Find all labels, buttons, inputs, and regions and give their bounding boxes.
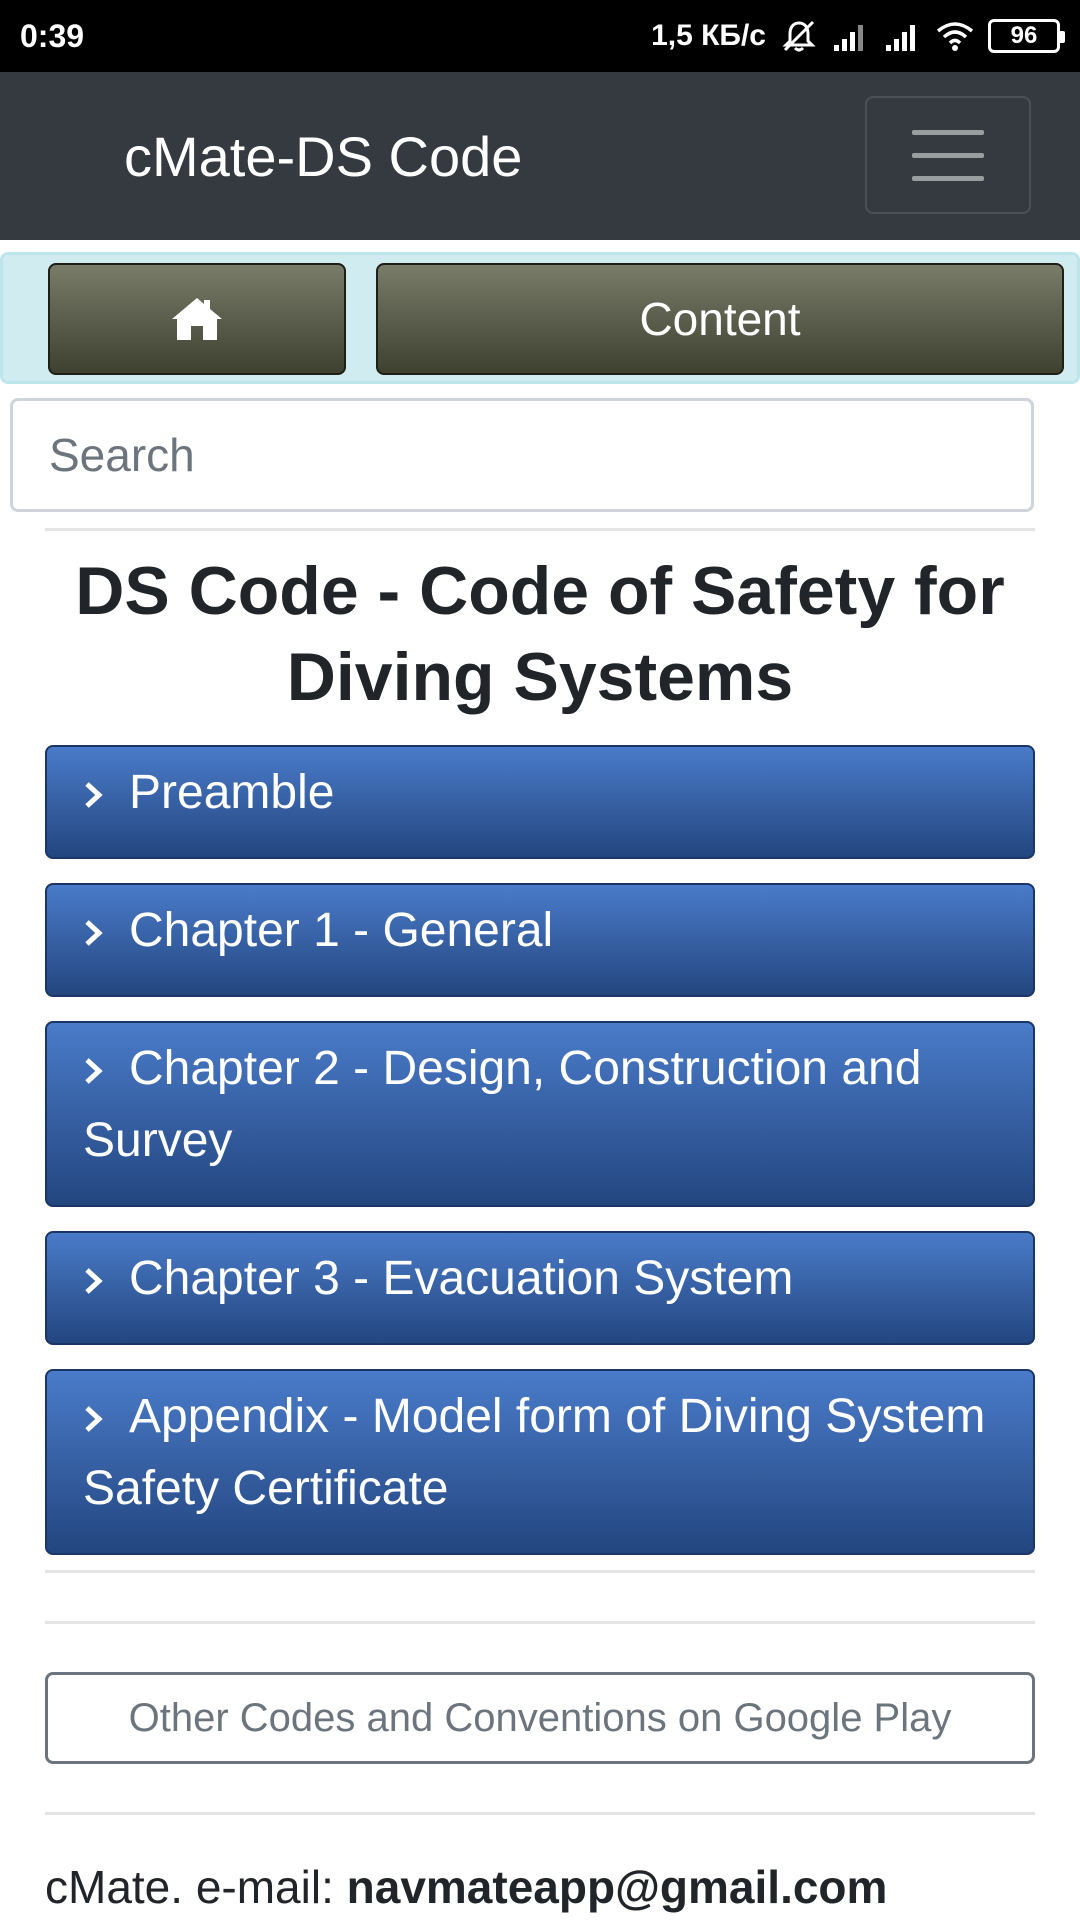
- chapter-item-3[interactable]: Chapter 3 - Evacuation System: [45, 1231, 1035, 1345]
- status-icons: 1,5 КБ/с 96: [651, 19, 1065, 53]
- footer-prefix: cMate. e-mail:: [45, 1861, 347, 1913]
- other-codes-button[interactable]: Other Codes and Conventions on Google Pl…: [45, 1672, 1035, 1764]
- footer-contact: cMate. e-mail: navmateapp@gmail.com: [45, 1860, 887, 1914]
- navbar-brand[interactable]: cMate-DS Code: [124, 72, 522, 240]
- chevron-right-icon: [85, 782, 103, 809]
- chapter-item-appendix[interactable]: Appendix - Model form of Diving System S…: [45, 1369, 1035, 1555]
- chevron-right-icon: [85, 920, 103, 947]
- status-bar: 0:39 1,5 КБ/с 96: [0, 0, 1080, 72]
- navbar: cMate-DS Code: [0, 72, 1080, 240]
- divider: [45, 1570, 1035, 1573]
- chevron-right-icon: [85, 1058, 103, 1085]
- signal-1-icon: [834, 25, 863, 51]
- signal-2-icon: [886, 25, 915, 51]
- bell-muted-icon: [782, 20, 816, 52]
- content-button[interactable]: Content: [376, 263, 1064, 375]
- chapter-item-preamble[interactable]: Preamble: [45, 745, 1035, 859]
- network-speed: 1,5 КБ/с: [651, 19, 766, 52]
- wifi-icon: [936, 22, 974, 51]
- chevron-right-icon: [85, 1406, 103, 1433]
- hamburger-icon-line: [912, 152, 984, 158]
- footer-email-link[interactable]: navmateapp@gmail.com: [347, 1861, 888, 1913]
- home-button[interactable]: [48, 263, 346, 375]
- navigation-button-bar: Content: [0, 252, 1080, 384]
- menu-toggle-button[interactable]: [865, 96, 1031, 214]
- divider: [45, 1812, 1035, 1815]
- chapter-item-1[interactable]: Chapter 1 - General: [45, 883, 1035, 997]
- divider: [45, 528, 1035, 531]
- chapter-label: Chapter 1 - General: [129, 904, 554, 957]
- chapter-label: Appendix - Model form of Diving System S…: [83, 1390, 986, 1515]
- search-input[interactable]: [10, 398, 1034, 512]
- divider: [45, 1621, 1035, 1624]
- battery-indicator: 96: [988, 19, 1065, 53]
- home-icon: [172, 298, 222, 340]
- chapter-item-2[interactable]: Chapter 2 - Design, Construction and Sur…: [45, 1021, 1035, 1207]
- chapter-label: Chapter 3 - Evacuation System: [129, 1252, 794, 1305]
- chapter-label: Preamble: [129, 766, 335, 819]
- hamburger-icon-line: [912, 175, 984, 181]
- hamburger-icon: [912, 129, 984, 135]
- status-time: 0:39: [20, 17, 85, 54]
- chevron-right-icon: [85, 1268, 103, 1295]
- chapter-label: Chapter 2 - Design, Construction and Sur…: [83, 1042, 922, 1167]
- page-title: DS Code - Code of Safety for Diving Syst…: [75, 553, 1005, 715]
